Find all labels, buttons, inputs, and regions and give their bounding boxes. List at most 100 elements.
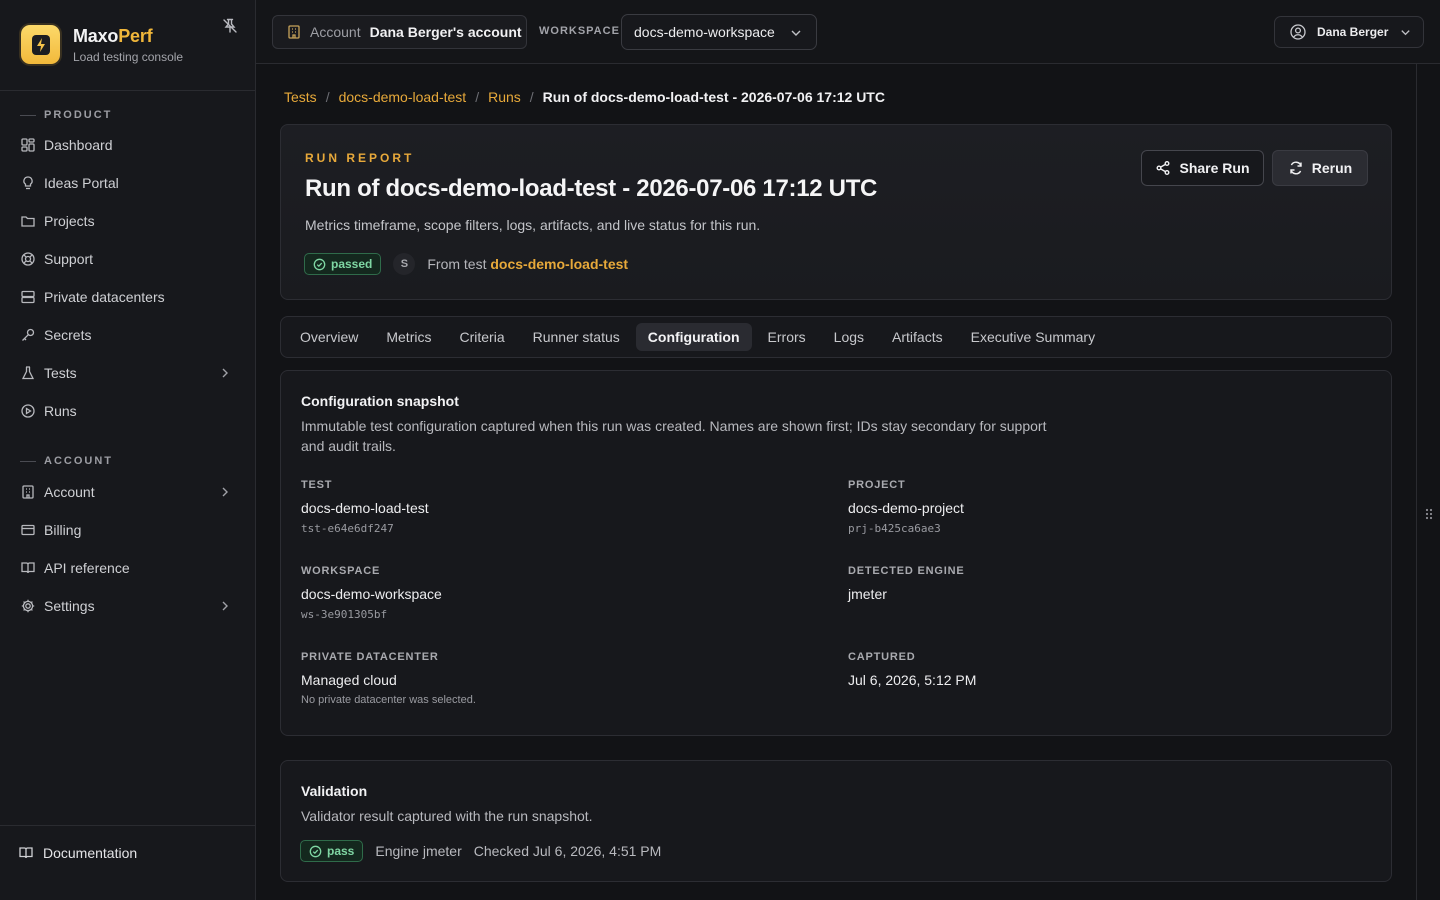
validation-card: Validation Validator result captured wit… — [280, 760, 1392, 882]
configuration-snapshot-card: Configuration snapshot Immutable test co… — [280, 370, 1392, 736]
page-title: Run of docs-demo-load-test - 2026-07-06 … — [305, 175, 878, 202]
tab-errors[interactable]: Errors — [756, 323, 818, 351]
breadcrumb-tests[interactable]: Tests — [284, 89, 317, 105]
chevron-right-icon[interactable] — [218, 599, 232, 613]
status-text: passed — [331, 257, 373, 271]
sidebar-item-private-datacenters[interactable]: Private datacenters — [12, 281, 244, 313]
scrollbar-rail[interactable] — [1416, 64, 1417, 900]
folder-icon — [20, 213, 36, 229]
run-tabs: Overview Metrics Criteria Runner status … — [280, 316, 1392, 358]
share-icon — [1155, 160, 1171, 176]
sidebar-item-projects[interactable]: Projects — [12, 205, 244, 237]
field-value: Managed cloud — [301, 672, 397, 688]
tab-logs[interactable]: Logs — [822, 323, 876, 351]
sidebar-divider — [0, 90, 256, 91]
field-project: PROJECT docs-demo-project prj-b425ca6ae3 — [848, 479, 964, 535]
sidebar-item-label: API reference — [44, 560, 130, 576]
workspace-select[interactable]: docs-demo-workspace — [621, 14, 817, 50]
sidebar-item-settings[interactable]: Settings — [12, 590, 244, 622]
refresh-icon — [1288, 160, 1304, 176]
page-description: Metrics timeframe, scope filters, logs, … — [305, 217, 761, 233]
from-test-link[interactable]: docs-demo-load-test — [490, 256, 628, 272]
lightbulb-icon — [20, 175, 36, 191]
card-description: Validator result captured with the run s… — [301, 808, 593, 824]
sidebar-divider — [0, 825, 256, 826]
sidebar-item-tests[interactable]: Tests — [12, 357, 244, 389]
unpin-sidebar-icon[interactable] — [221, 17, 239, 35]
validation-status-text: pass — [327, 844, 355, 858]
card-title: Validation — [301, 783, 368, 799]
sidebar-item-billing[interactable]: Billing — [12, 514, 244, 546]
sidebar-item-label: Tests — [44, 365, 77, 381]
check-circle-icon — [313, 258, 326, 271]
validation-engine: Engine jmeter — [375, 843, 462, 859]
sidebar-item-label: Dashboard — [44, 137, 113, 153]
chevron-right-icon[interactable] — [218, 485, 232, 499]
field-label: PRIVATE DATACENTER — [301, 651, 439, 663]
tab-metrics[interactable]: Metrics — [374, 323, 443, 351]
account-value: Dana Berger's account — [369, 24, 522, 40]
field-id: tst-e64e6df247 — [301, 522, 394, 535]
flask-icon — [20, 365, 36, 381]
breadcrumb-runs[interactable]: Runs — [488, 89, 521, 105]
validation-checked: Checked Jul 6, 2026, 4:51 PM — [473, 843, 662, 859]
sidebar-item-label: Settings — [44, 598, 95, 614]
sidebar-item-runs[interactable]: Runs — [12, 395, 244, 427]
sidebar-item-label: Projects — [44, 213, 95, 229]
share-run-label: Share Run — [1179, 160, 1250, 176]
tab-artifacts[interactable]: Artifacts — [880, 323, 955, 351]
field-label: CAPTURED — [848, 651, 916, 663]
breadcrumb-separator: / — [529, 89, 534, 105]
chevron-right-icon[interactable] — [218, 366, 232, 380]
field-note: No private datacenter was selected. — [301, 694, 476, 706]
brand[interactable]: MaxoPerf Load testing console — [21, 25, 183, 64]
validation-status-badge: pass — [300, 840, 364, 862]
field-value: docs-demo-load-test — [301, 500, 429, 516]
share-run-button[interactable]: Share Run — [1141, 150, 1264, 186]
drag-handle-icon[interactable] — [1424, 506, 1434, 522]
tab-runner-status[interactable]: Runner status — [521, 323, 632, 351]
sidebar-item-api-reference[interactable]: API reference — [12, 552, 244, 584]
sidebar: MaxoPerf Load testing console PRODUCT Da… — [0, 0, 256, 900]
brand-name: MaxoPerf — [73, 25, 153, 46]
check-circle-icon — [309, 845, 322, 858]
sidebar-item-support[interactable]: Support — [12, 243, 244, 275]
rerun-button[interactable]: Rerun — [1272, 150, 1368, 186]
chevron-down-icon — [1399, 26, 1412, 39]
status-badge: passed — [304, 253, 382, 275]
sidebar-item-secrets[interactable]: Secrets — [12, 319, 244, 351]
tab-executive-summary[interactable]: Executive Summary — [959, 323, 1107, 351]
server-icon — [20, 289, 36, 305]
sidebar-item-ideas-portal[interactable]: Ideas Portal — [12, 167, 244, 199]
credit-card-icon — [20, 522, 36, 538]
account-label: Account — [310, 24, 361, 40]
tab-criteria[interactable]: Criteria — [447, 323, 516, 351]
book-icon — [18, 845, 34, 861]
breadcrumb-test[interactable]: docs-demo-load-test — [339, 89, 467, 105]
topbar: Account Dana Berger's account WORKSPACE … — [256, 0, 1440, 64]
field-private-datacenter: PRIVATE DATACENTER Managed cloud No priv… — [301, 651, 476, 706]
account-switcher[interactable]: Account Dana Berger's account — [272, 15, 527, 49]
sidebar-item-account[interactable]: Account — [12, 476, 244, 508]
documentation-link[interactable]: Documentation — [18, 845, 137, 861]
sidebar-item-label: Runs — [44, 403, 77, 419]
tab-configuration[interactable]: Configuration — [635, 323, 752, 351]
card-description: Immutable test configuration captured wh… — [301, 418, 1047, 454]
user-menu-button[interactable]: Dana Berger — [1274, 16, 1424, 48]
field-label: PROJECT — [848, 479, 906, 491]
field-value: Jul 6, 2026, 5:12 PM — [848, 672, 977, 688]
field-captured: CAPTURED Jul 6, 2026, 5:12 PM — [848, 651, 976, 688]
field-value: docs-demo-workspace — [301, 586, 442, 602]
sidebar-item-label: Secrets — [44, 327, 92, 343]
breadcrumb: Tests / docs-demo-load-test / Runs / Run… — [284, 89, 885, 105]
sidebar-item-label: Billing — [44, 522, 82, 538]
workspace-label: WORKSPACE — [539, 25, 620, 37]
breadcrumb-separator: / — [475, 89, 480, 105]
card-title: Configuration snapshot — [301, 393, 459, 409]
sidebar-item-dashboard[interactable]: Dashboard — [12, 129, 244, 161]
tab-overview[interactable]: Overview — [288, 323, 370, 351]
rerun-label: Rerun — [1311, 160, 1353, 176]
run-report-header: RUN REPORT Run of docs-demo-load-test - … — [280, 124, 1392, 300]
lifebuoy-icon — [20, 251, 36, 267]
field-label: TEST — [301, 479, 333, 491]
